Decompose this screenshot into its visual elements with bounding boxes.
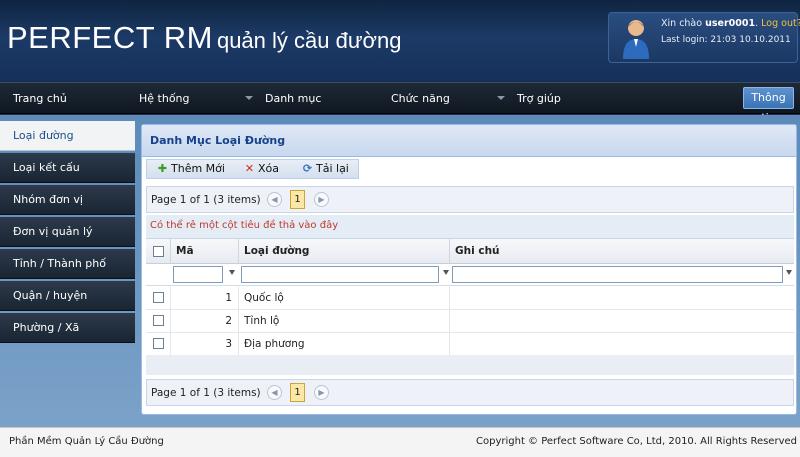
column-header-note[interactable]: Ghi chú [450,239,794,264]
app-footer: Phần Mềm Quản Lý Cầu Đường Copyright © P… [0,427,800,457]
filter-icon[interactable] [786,270,792,275]
cell-note [450,310,794,333]
row-checkbox[interactable] [153,292,164,303]
road-type-panel: Danh Mục Loại Đường ✚ Thêm Mới ✕ Xóa ⟳ Tải … [141,124,797,415]
page-number-button[interactable]: 1 [290,383,305,402]
cell-road-type: Quốc lộ [239,287,450,310]
grid-toolbar: ✚ Thêm Mới ✕ Xóa ⟳ Tải lại [146,159,359,179]
cell-road-type: Địa phương [239,333,450,356]
column-header-code[interactable]: Mã [171,239,239,264]
add-button-label: Thêm Mới [171,162,225,175]
sidebar-item-structure-type[interactable]: Loại kết cấu [0,153,135,183]
filter-note-input[interactable] [452,266,783,283]
delete-icon: ✕ [244,162,255,175]
cell-code: 1 [171,287,239,310]
panel-title: Danh Mục Loại Đường [142,125,796,157]
grid-header: Mã Loại đường Ghi chú [146,239,794,264]
pager-summary: Page 1 of 1 (3 items) [151,387,261,399]
page-number-button[interactable]: 1 [290,190,305,209]
delete-button[interactable]: ✕ Xóa [244,162,279,175]
cell-code: 3 [171,333,239,356]
sidebar-item-ward[interactable]: Phường / Xã [0,313,135,343]
nav-item-help[interactable]: Trợ giúp [517,92,561,105]
chevron-down-icon[interactable] [245,96,253,100]
greeting-separator: . [755,18,759,29]
filter-road-type-input[interactable] [241,266,439,283]
brand: PERFECT RM quản lý cầu đường [7,20,401,56]
refresh-icon: ⟳ [302,162,313,175]
cell-road-type: Tỉnh lộ [239,310,450,333]
greeting: Xin chào user0001. Log out? [661,18,800,29]
nav-item-functions[interactable]: Chức năng [391,92,450,105]
select-all-checkbox[interactable] [153,246,164,257]
sidebar-item-province[interactable]: Tỉnh / Thành phố [0,249,135,279]
row-checkbox[interactable] [153,315,164,326]
nav-item-system[interactable]: Hệ thống [139,92,190,105]
column-header-road-type[interactable]: Loại đường [239,239,450,264]
filter-code-input[interactable] [173,266,223,283]
brand-subtitle: quản lý cầu đường [216,28,402,53]
filter-icon[interactable] [443,270,449,275]
sidebar-item-management-unit[interactable]: Đơn vị quản lý [0,217,135,247]
greeting-label: Xin chào [661,18,703,29]
plus-icon: ✚ [157,162,168,175]
group-panel[interactable]: Có thể rê một cột tiêu đề thả vào đây [146,215,794,239]
reload-button[interactable]: ⟳ Tải lại [302,162,349,175]
add-button[interactable]: ✚ Thêm Mới [157,162,225,175]
footer-copyright: Copyright © Perfect Software Co, Ltd, 20… [476,436,797,447]
sidebar-item-unit-group[interactable]: Nhóm đơn vị [0,185,135,215]
grid-empty-area [146,355,794,375]
pager-summary: Page 1 of 1 (3 items) [151,194,261,206]
chevron-left-icon[interactable]: ◀ [267,385,282,400]
delete-button-label: Xóa [258,162,280,175]
cell-note [450,287,794,310]
username: user0001 [705,18,756,29]
chevron-down-icon[interactable] [497,96,505,100]
pager-bottom: Page 1 of 1 (3 items) ◀ 1 ▶ [146,379,794,406]
logout-link[interactable]: Log out? [761,18,800,29]
sidebar-item-district[interactable]: Quận / huyện [0,281,135,311]
filter-icon[interactable] [229,270,235,275]
info-button[interactable]: Thông tin [743,87,794,124]
footer-app-name: Phần Mềm Quản Lý Cầu Đường [9,436,164,447]
sidebar-item-road-type[interactable]: Loại đường [0,121,135,151]
nav-item-home[interactable]: Trang chủ [13,92,67,105]
brand-name: PERFECT RM [7,20,213,55]
table-row[interactable]: 3 Địa phương [146,333,794,356]
row-select-cell [146,310,171,333]
row-select-cell [146,287,171,310]
filter-row [146,264,794,286]
reload-button-label: Tải lại [316,162,349,175]
nav-item-catalog[interactable]: Danh mục [265,92,321,105]
table-row[interactable]: 1 Quốc lộ [146,287,794,310]
pager-top: Page 1 of 1 (3 items) ◀ 1 ▶ [146,186,794,213]
main-nav: Trang chủ Hệ thống Danh mục Chức năng Tr… [0,82,800,124]
user-box: Xin chào user0001. Log out? Last login: … [608,12,800,63]
app-header: PERFECT RM quản lý cầu đường Xin chào use… [0,0,800,82]
cell-note [450,333,794,356]
cell-code: 2 [171,310,239,333]
chevron-right-icon[interactable]: ▶ [314,385,329,400]
row-select-cell [146,333,171,356]
chevron-right-icon[interactable]: ▶ [314,192,329,207]
table-row[interactable]: 2 Tỉnh lộ [146,310,794,333]
user-avatar-icon [623,20,649,59]
last-login: Last login: 21:03 10.10.2011 [661,35,791,45]
chevron-left-icon[interactable]: ◀ [267,192,282,207]
row-checkbox[interactable] [153,338,164,349]
select-all-cell [146,239,171,264]
